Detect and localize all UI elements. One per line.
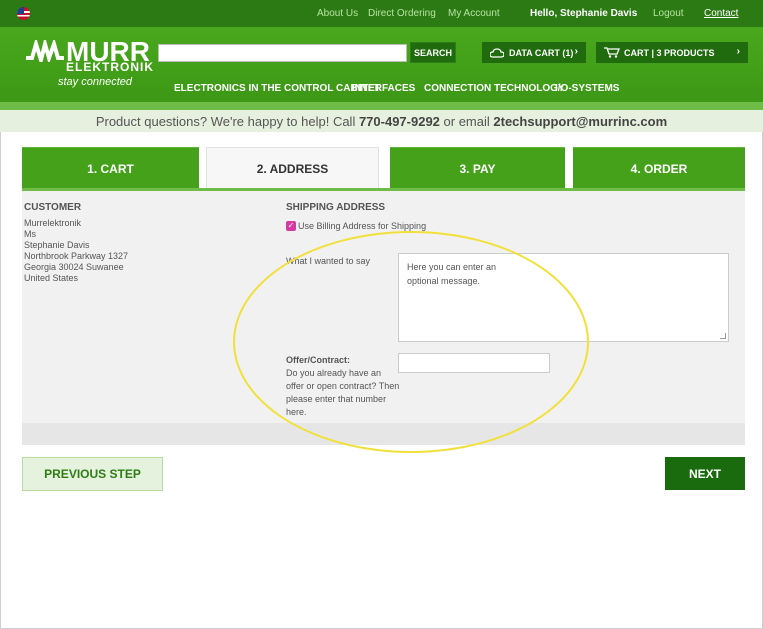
- nav-interfaces[interactable]: INTERFACES: [352, 83, 415, 94]
- customer-heading: CUSTOMER: [24, 202, 82, 213]
- logout-link[interactable]: Logout: [653, 8, 684, 19]
- cart-button[interactable]: CART | 3 PRODUCTS ›: [596, 42, 748, 63]
- chevron-right-icon: ›: [574, 46, 578, 57]
- logo-mark-icon: [26, 40, 64, 62]
- step-pay-tab[interactable]: 3. PAY: [390, 147, 565, 189]
- my-account-link[interactable]: My Account: [448, 8, 500, 19]
- offer-label: Offer/Contract:: [286, 355, 351, 365]
- murr-logo[interactable]: MURR ELEKTRONIK stay connected: [26, 36, 153, 96]
- customer-line: Murrelektronik: [24, 218, 82, 228]
- help-middle: or email: [439, 113, 494, 129]
- search-button[interactable]: SEARCH: [410, 42, 456, 63]
- offer-help: here.: [286, 407, 307, 417]
- offer-help: Do you already have an: [286, 368, 382, 378]
- customer-line: United States: [24, 273, 79, 283]
- next-button[interactable]: NEXT: [665, 457, 745, 490]
- help-prefix: Product questions? We're happy to help! …: [95, 113, 359, 129]
- panel-footer: [22, 423, 745, 445]
- data-cart-button[interactable]: DATA CART (1) ›: [482, 42, 586, 63]
- site-header: MURR ELEKTRONIK stay connected SEARCH DA…: [0, 27, 763, 102]
- message-label: What I wanted to say: [286, 256, 371, 266]
- billing-checkbox-label[interactable]: Use Billing Address for Shipping: [298, 221, 426, 231]
- customer-line: Ms: [24, 229, 36, 239]
- chevron-right-icon: ›: [736, 46, 740, 57]
- offer-help: offer or open contract? Then: [286, 381, 400, 391]
- help-email[interactable]: 2techsupport@murrinc.com: [493, 114, 667, 129]
- help-bar: Product questions? We're happy to help! …: [0, 110, 763, 132]
- about-us-link[interactable]: About Us: [317, 8, 358, 19]
- step-cart-tab[interactable]: 1. CART: [22, 147, 199, 189]
- shipping-heading: SHIPPING ADDRESS: [286, 202, 386, 213]
- nav-electronics[interactable]: ELECTRONICS IN THE CONTROL CABINET: [174, 83, 380, 94]
- customer-line: Stephanie Davis: [24, 240, 90, 250]
- direct-ordering-link[interactable]: Direct Ordering: [368, 8, 436, 19]
- nav-connection-technology[interactable]: CONNECTION TECHNOLOGY: [424, 83, 565, 94]
- nav-io-systems[interactable]: I/O-SYSTEMS: [555, 83, 619, 94]
- search-input[interactable]: [158, 44, 407, 62]
- previous-step-button[interactable]: PREVIOUS STEP: [22, 457, 163, 491]
- logo-tagline: stay connected: [58, 76, 132, 88]
- message-placeholder: optional message.: [407, 276, 481, 286]
- customer-line: Georgia 30024 Suwanee: [24, 262, 124, 272]
- cloud-icon: [490, 47, 504, 58]
- top-bar: About Us Direct Ordering My Account Hell…: [0, 0, 763, 27]
- offer-contract-input[interactable]: [398, 353, 550, 373]
- contact-link[interactable]: Contact: [704, 8, 738, 19]
- offer-help: please enter that number: [286, 394, 387, 404]
- customer-address: Murrelektronik Ms Stephanie Davis Northb…: [24, 218, 128, 284]
- help-phone[interactable]: 770-497-9292: [359, 114, 440, 129]
- logo-subtitle: ELEKTRONIK: [66, 60, 154, 74]
- billing-checkbox[interactable]: ✓: [286, 221, 296, 231]
- shopping-cart-icon: [604, 47, 620, 58]
- us-flag-icon[interactable]: [17, 7, 30, 20]
- data-cart-label: DATA CART (1): [509, 47, 574, 58]
- resize-handle[interactable]: [720, 333, 726, 339]
- message-placeholder: Here you can enter an: [407, 262, 497, 272]
- user-greeting: Hello, Stephanie Davis: [530, 8, 638, 19]
- header-divider: [0, 102, 763, 110]
- step-order-tab[interactable]: 4. ORDER: [573, 147, 745, 189]
- message-textarea[interactable]: Here you can enter an optional message.: [398, 253, 729, 342]
- cart-label: CART | 3 PRODUCTS: [624, 47, 715, 58]
- offer-label-group: Offer/Contract: Do you already have an o…: [286, 354, 399, 419]
- step-address-tab[interactable]: 2. ADDRESS: [206, 147, 379, 189]
- customer-line: Northbrook Parkway 1327: [24, 251, 129, 261]
